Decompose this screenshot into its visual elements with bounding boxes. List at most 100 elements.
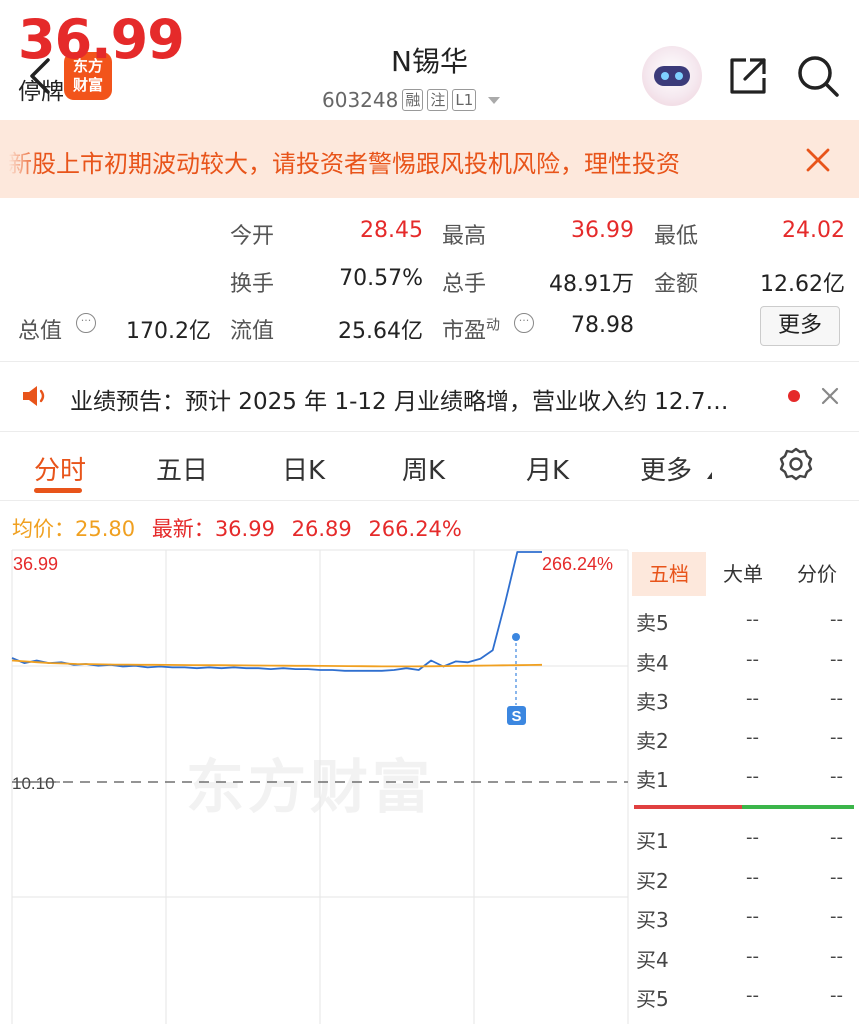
buy-level-label: 买4 [636, 948, 669, 972]
trading-status: 停牌 [18, 79, 64, 105]
intraday-chart[interactable]: 10.10 36.99 266.24% S [0, 540, 630, 1024]
pe-label: 市盈动 [442, 313, 500, 345]
ai-assistant-avatar[interactable] [642, 46, 702, 106]
reference-price-label: 10.10 [12, 774, 55, 793]
buy-level-price: -- [746, 827, 759, 848]
price-series-line [11, 551, 542, 672]
buy-level-price: -- [746, 906, 759, 927]
level-tag: L1 [452, 89, 477, 111]
buy-level-price: -- [746, 867, 759, 888]
risk-warning-text: 新股上市初期波动较大，请投资者警惕跟风投机风险，理性投资 [8, 150, 680, 178]
y-top-label: 36.99 [13, 554, 58, 574]
sell-level-label: 卖2 [636, 729, 669, 753]
chevron-down-icon [488, 96, 501, 104]
avg-price-label: 均价： [12, 517, 75, 541]
latest-change: 26.89 [291, 517, 352, 541]
announcement-text: 业绩预告：预计 2025 年 1-12 月业绩略增，营业收入约 12.7… [70, 389, 729, 415]
sell-level-volume: -- [830, 649, 843, 670]
turnover-label: 换手 [230, 272, 275, 297]
risk-warning-banner: 新股上市初期波动较大，请投资者警惕跟风投机风险，理性投资 [0, 120, 859, 198]
tab-monthly-k[interactable]: 月K [526, 450, 569, 487]
sell-level-label: 卖1 [636, 768, 669, 792]
tab-more[interactable]: 更多 [640, 450, 692, 487]
marker-point [512, 633, 520, 641]
chart-grid [11, 549, 629, 1024]
margin-tag: 融 [402, 89, 424, 111]
unread-dot [788, 390, 800, 402]
y-top-pct-label: 266.24% [542, 554, 613, 574]
pe-label-sup: 动 [486, 317, 501, 334]
divider [0, 500, 859, 501]
dropdown-corner-icon [707, 472, 712, 479]
low-value: 24.02 [782, 218, 845, 243]
turnover-value: 70.57% [339, 266, 423, 291]
sell-level-price: -- [746, 688, 759, 709]
market-cap-value: 170.2亿 [126, 319, 211, 344]
stock-code: 603248 [322, 88, 399, 112]
close-icon[interactable] [816, 382, 844, 410]
latest-label: 最新： [151, 517, 215, 541]
buy-level-volume: -- [830, 946, 843, 967]
tab-intraday[interactable]: 分时 [34, 450, 86, 487]
robot-face-icon [654, 66, 690, 86]
low-label: 最低 [654, 224, 699, 249]
current-price: 36.99 [18, 8, 185, 71]
tab-five-levels[interactable]: 五档 [632, 552, 706, 596]
chart-summary-line: 均价：25.80 最新：36.99 26.89 266.24% [12, 513, 462, 543]
volume-label: 总手 [442, 272, 487, 297]
buy-level-label: 买1 [636, 829, 669, 853]
buy-level-price: -- [746, 946, 759, 967]
buy-level-price: -- [746, 985, 759, 1006]
info-icon[interactable]: ··· [76, 313, 96, 333]
tab-five-day[interactable]: 五日 [156, 450, 208, 487]
sell-level-label: 卖4 [636, 651, 669, 675]
robot-eye-icon [675, 72, 683, 80]
volume-value: 48.91万 [549, 272, 634, 297]
sell-level-price: -- [746, 609, 759, 630]
sell-level-volume: -- [830, 766, 843, 787]
info-icon[interactable]: ··· [514, 313, 534, 333]
latest-pct: 266.24% [368, 517, 462, 541]
buy-level-volume: -- [830, 827, 843, 848]
tab-weekly-k[interactable]: 周K [402, 450, 445, 487]
high-label: 最高 [442, 224, 487, 249]
amount-value: 12.62亿 [760, 272, 845, 297]
sell-level-volume: -- [830, 609, 843, 630]
amount-label: 金额 [654, 272, 699, 297]
pe-value: 78.98 [571, 313, 634, 338]
sell-level-price: -- [746, 649, 759, 670]
order-book-sell-bar [634, 805, 742, 809]
tab-price-distribution[interactable]: 分价 [780, 552, 854, 596]
buy-level-volume: -- [830, 867, 843, 888]
open-value: 28.45 [360, 218, 423, 243]
active-tab-indicator [34, 488, 82, 493]
announcement-bar[interactable]: 业绩预告：预计 2025 年 1-12 月业绩略增，营业收入约 12.7… [0, 362, 859, 430]
tab-big-orders[interactable]: 大单 [706, 552, 780, 596]
latest-price: 36.99 [214, 517, 275, 541]
sell-level-label: 卖5 [636, 611, 669, 635]
search-icon[interactable] [794, 52, 842, 100]
open-label: 今开 [230, 224, 275, 249]
more-quote-button[interactable]: 更多 [760, 306, 840, 346]
speaker-icon [23, 386, 45, 406]
tab-daily-k[interactable]: 日K [282, 450, 325, 487]
share-icon[interactable] [726, 54, 770, 98]
sell-level-price: -- [746, 727, 759, 748]
series-layer [11, 551, 543, 672]
stock-code-row[interactable]: 603248 融 注 L1 [322, 88, 501, 112]
buy-level-label: 买5 [636, 987, 669, 1011]
sell-level-label: 卖3 [636, 690, 669, 714]
high-value: 36.99 [571, 218, 634, 243]
close-icon[interactable] [800, 142, 836, 178]
avg-price-value: 25.80 [75, 517, 136, 541]
buy-level-label: 买2 [636, 869, 669, 893]
order-book-tabs: 五档 大单 分价 [632, 552, 854, 596]
float-cap-label: 流值 [230, 319, 275, 344]
sell-level-volume: -- [830, 727, 843, 748]
buy-level-volume: -- [830, 985, 843, 1006]
sell-level-price: -- [746, 766, 759, 787]
chart-period-tabs: 分时 五日 日K 周K 月K 更多 [0, 432, 859, 500]
market-cap-label: 总值 [18, 319, 63, 344]
gear-icon[interactable] [778, 446, 814, 482]
buy-level-label: 买3 [636, 908, 669, 932]
